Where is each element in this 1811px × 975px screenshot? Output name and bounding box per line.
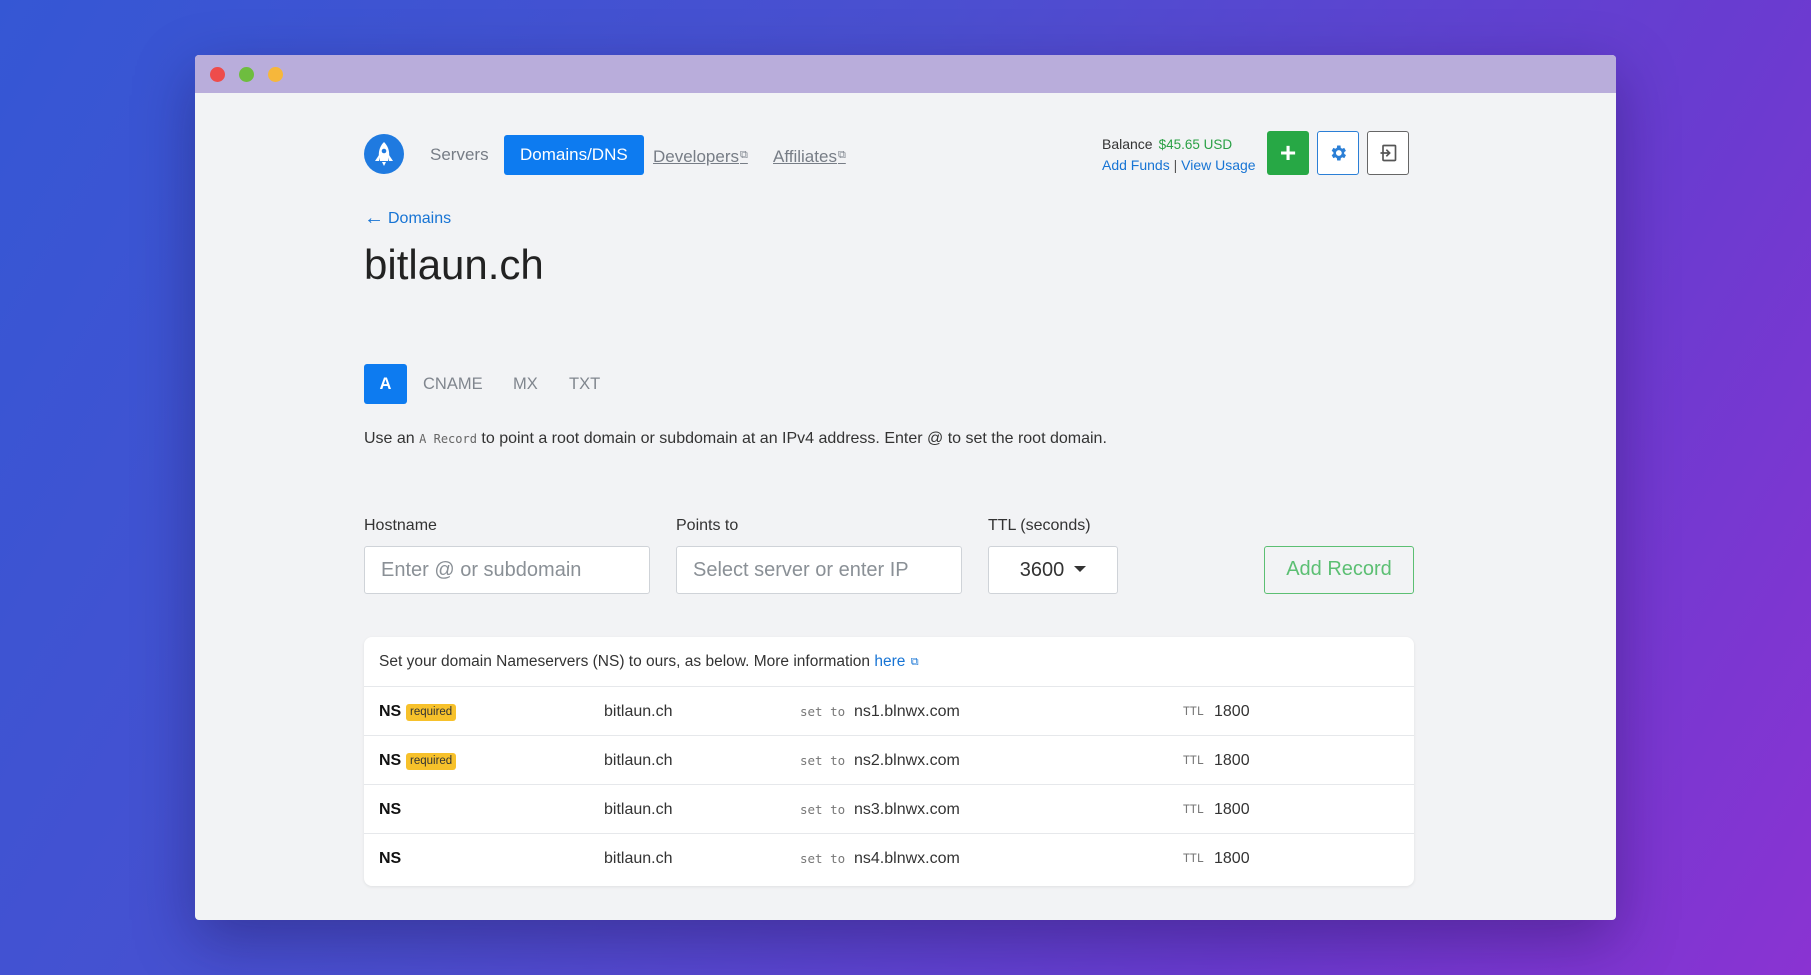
nav-servers[interactable]: Servers <box>430 135 489 175</box>
logout-button[interactable] <box>1367 131 1409 175</box>
close-window-button[interactable] <box>210 67 225 82</box>
table-row: NS bitlaun.ch set to ns4.blnwx.com TTL 1800 <box>364 834 1414 886</box>
back-link-label: Domains <box>388 210 452 227</box>
ns-record-type: NS <box>379 801 402 818</box>
ttl-select[interactable]: 3600 <box>988 546 1118 594</box>
ns-ttl-value: 1800 <box>1214 801 1250 818</box>
tab-cname[interactable]: CNAME <box>423 364 483 404</box>
maximize-window-button[interactable] <box>268 67 283 82</box>
top-nav: Servers Domains/DNS Developers⧉ Affiliat… <box>364 131 1414 177</box>
rocket-icon[interactable] <box>364 134 404 174</box>
ns-record-host: bitlaun.ch <box>604 752 673 769</box>
back-to-domains-link[interactable]: ← Domains <box>364 207 451 230</box>
nameservers-list: NS required bitlaun.ch set to ns1.blnwx.com T… <box>364 687 1414 886</box>
tab-txt[interactable]: TXT <box>569 364 600 404</box>
external-link-icon: ⧉ <box>740 149 748 161</box>
ns-ttl-value: 1800 <box>1214 850 1250 867</box>
window-titlebar <box>195 55 1616 93</box>
ns-ttl-label: TTL <box>1183 851 1204 865</box>
hostname-label: Hostname <box>364 517 437 534</box>
more-info-link[interactable]: here ⧉ <box>874 653 918 670</box>
ns-set-to-label: set to <box>800 851 846 866</box>
add-button[interactable]: + <box>1267 131 1309 175</box>
nav-domains-dns[interactable]: Domains/DNS <box>504 135 644 175</box>
ns-record-host: bitlaun.ch <box>604 850 673 867</box>
add-record-button[interactable]: Add Record <box>1264 546 1414 594</box>
balance-label: Balance <box>1102 136 1153 152</box>
ns-record-type: NS <box>379 752 402 769</box>
ns-ttl-value: 1800 <box>1214 752 1250 769</box>
gear-icon <box>1331 145 1346 161</box>
ns-ttl-label: TTL <box>1183 753 1204 767</box>
view-usage-link[interactable]: View Usage <box>1181 157 1255 173</box>
required-badge: required <box>406 753 457 770</box>
tab-a[interactable]: A <box>364 364 407 404</box>
browser-window: Servers Domains/DNS Developers⧉ Affiliat… <box>195 55 1616 920</box>
points-to-input[interactable]: Select server or enter IP <box>676 546 962 594</box>
ns-ttl-label: TTL <box>1183 802 1204 816</box>
ns-record-value: ns2.blnwx.com <box>854 752 960 769</box>
ns-set-to-label: set to <box>800 802 846 817</box>
nav-affiliates[interactable]: Affiliates⧉ <box>773 135 846 175</box>
ns-set-to-label: set to <box>800 753 846 768</box>
nameservers-card: Set your domain Nameservers (NS) to ours… <box>364 637 1414 886</box>
chevron-down-icon <box>1074 566 1087 572</box>
exit-icon <box>1380 144 1397 162</box>
points-to-label: Points to <box>676 517 739 534</box>
arrow-left-icon: ← <box>364 207 384 229</box>
ns-record-host: bitlaun.ch <box>604 703 673 720</box>
ns-record-host: bitlaun.ch <box>604 801 673 818</box>
external-link-icon: ⧉ <box>910 656 919 668</box>
minimize-window-button[interactable] <box>239 67 254 82</box>
nav-affiliates-label: Affiliates <box>773 147 837 166</box>
ns-record-value: ns4.blnwx.com <box>854 850 960 867</box>
tab-mx[interactable]: MX <box>513 364 538 404</box>
balance-separator: | <box>1173 157 1178 173</box>
add-funds-link[interactable]: Add Funds <box>1102 157 1170 173</box>
nav-developers[interactable]: Developers⧉ <box>653 135 748 175</box>
hostname-input[interactable]: Enter @ or subdomain <box>364 546 650 594</box>
ttl-value: 3600 <box>1019 559 1065 581</box>
nameservers-header-text: Set your domain Nameservers (NS) to ours… <box>379 653 871 670</box>
record-description: Use an A Record to point a root domain o… <box>364 430 1107 448</box>
ns-ttl-label: TTL <box>1183 704 1204 718</box>
ttl-label: TTL (seconds) <box>988 517 1091 534</box>
nav-developers-label: Developers <box>653 147 739 166</box>
ns-record-value: ns3.blnwx.com <box>854 801 960 818</box>
table-row: NS bitlaun.ch set to ns3.blnwx.com TTL 1800 <box>364 785 1414 834</box>
balance-amount: $45.65 USD <box>1158 137 1233 152</box>
description-prefix: Use an <box>364 430 415 447</box>
settings-button[interactable] <box>1317 131 1359 175</box>
description-suffix: to point a root domain or subdomain at a… <box>481 430 1107 447</box>
table-row: NS required bitlaun.ch set to ns2.blnwx.com T… <box>364 736 1414 785</box>
ns-set-to-label: set to <box>800 704 846 719</box>
ns-record-type: NS <box>379 850 402 867</box>
ns-record-value: ns1.blnwx.com <box>854 703 960 720</box>
ns-record-type: NS <box>379 703 402 720</box>
balance-panel: Balance $45.65 USD Add Funds | View Usage <box>1102 134 1256 176</box>
external-link-icon: ⧉ <box>837 149 846 161</box>
nameservers-header: Set your domain Nameservers (NS) to ours… <box>364 637 1414 687</box>
required-badge: required <box>406 704 457 721</box>
page-title: bitlaun.ch <box>364 241 544 288</box>
table-row: NS required bitlaun.ch set to ns1.blnwx.com T… <box>364 687 1414 736</box>
description-code: A Record <box>419 432 477 446</box>
more-info-link-label: here <box>874 653 906 670</box>
ns-ttl-value: 1800 <box>1214 703 1250 720</box>
plus-icon: + <box>1279 137 1297 168</box>
